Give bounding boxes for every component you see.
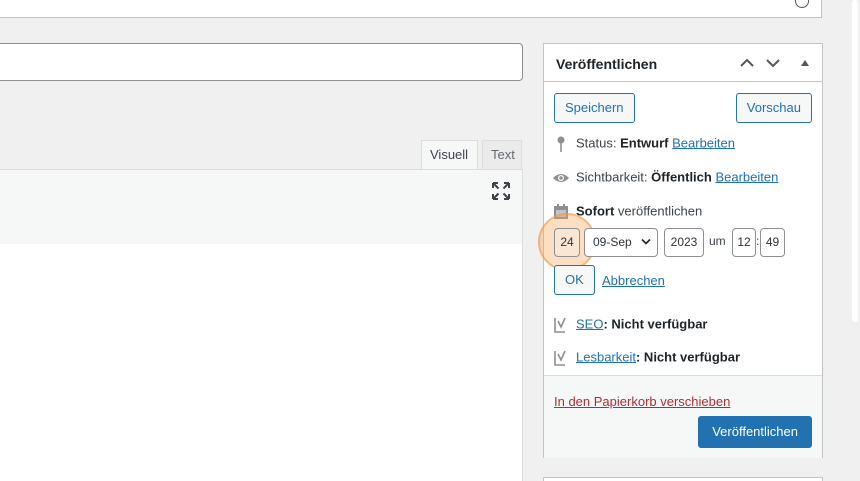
cancel-link[interactable]: Abbrechen [602, 273, 665, 288]
time-separator: : [756, 234, 760, 248]
publish-button[interactable]: Veröffentlichen [698, 416, 812, 448]
month-select[interactable]: 09-Sep [584, 228, 658, 257]
minute-input[interactable]: 49 [760, 228, 785, 257]
pin-icon [557, 136, 565, 152]
readability-row: Lesbarkeit: Nicht verfügbar [552, 349, 740, 367]
readability-value: : Nicht verfügbar [635, 349, 740, 365]
seo-link[interactable]: SEO [576, 316, 603, 331]
tab-text[interactable]: Text [482, 140, 522, 170]
save-draft-button[interactable]: Speichern [554, 93, 635, 123]
visibility-label: Sichtbarkeit: [576, 169, 648, 185]
seo-value: : Nicht verfügbar [603, 316, 708, 332]
editor-tabs: Visuell Text [0, 140, 523, 170]
status-row: Status: Entwurf Bearbeiten [552, 135, 735, 153]
move-down-icon[interactable] [765, 55, 781, 71]
editor-toolbar [0, 169, 523, 245]
visibility-row: Sichtbarkeit: Öffentlich Bearbeiten [552, 169, 778, 187]
move-to-trash-link[interactable]: In den Papierkorb verschieben [554, 394, 730, 409]
scrollbar-thumb[interactable] [852, 0, 858, 322]
seo-row: SEO: Nicht verfügbar [552, 316, 707, 334]
yoast-icon [554, 350, 566, 366]
toggle-panel-icon[interactable] [797, 55, 813, 71]
preview-button[interactable]: Vorschau [735, 93, 812, 123]
at-label: um [709, 234, 726, 248]
move-up-icon[interactable] [739, 55, 755, 71]
scrollbar[interactable] [850, 0, 860, 481]
publish-header: Veröffentlichen [544, 44, 822, 82]
schedule-suffix: veröffentlichen [617, 203, 703, 219]
eye-icon [553, 174, 569, 182]
top-panel-strip [0, 0, 822, 18]
next-metabox [543, 477, 823, 481]
fullscreen-icon[interactable] [492, 182, 510, 200]
publish-box-title: Veröffentlichen [556, 56, 658, 72]
year-input[interactable]: 2023 [664, 228, 704, 257]
editor-content-area[interactable] [0, 244, 523, 481]
publish-metabox: Veröffentlichen Speichern Vorschau Statu… [538, 43, 823, 458]
status-value: Entwurf [620, 135, 669, 151]
status-label: Status: [576, 135, 617, 151]
visibility-value: Öffentlich [651, 169, 712, 185]
publish-footer: In den Papierkorb verschieben Veröffentl… [544, 375, 822, 458]
edit-status-link[interactable]: Bearbeiten [672, 135, 735, 150]
chevron-down-icon [641, 238, 651, 245]
ok-button[interactable]: OK [554, 265, 595, 295]
edit-visibility-link[interactable]: Bearbeiten [715, 169, 778, 184]
hour-input[interactable]: 12 [732, 228, 756, 257]
tab-visual[interactable]: Visuell [421, 140, 478, 170]
day-input[interactable]: 24 [554, 228, 580, 257]
yoast-icon [554, 317, 566, 333]
post-title-input[interactable] [0, 43, 523, 81]
readability-link[interactable]: Lesbarkeit [576, 349, 636, 364]
help-icon[interactable] [795, 0, 809, 8]
month-select-value: 09-Sep [593, 235, 632, 249]
